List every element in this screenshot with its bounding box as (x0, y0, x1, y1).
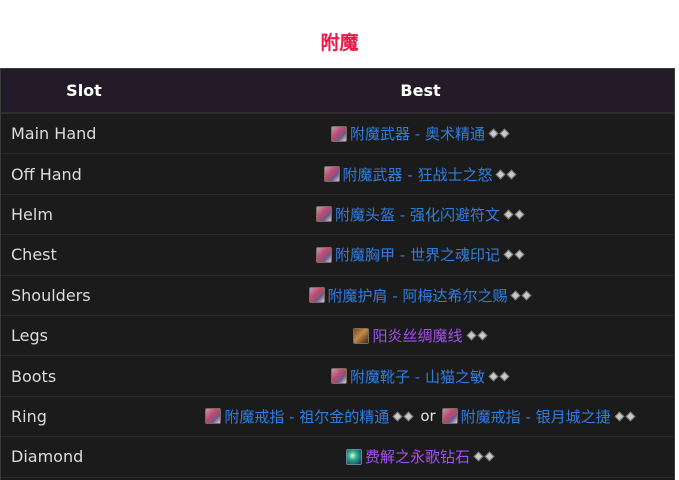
slot-label: Helm (11, 204, 53, 224)
best-cell: 附魔武器 - 狂战士之怒 (167, 164, 674, 185)
slot-label: Diamond (11, 447, 84, 467)
item-link[interactable]: 附魔戒指 - 祖尔金的精通 (205, 406, 414, 427)
diamond-icon (507, 169, 517, 180)
enchant-scroll-icon (323, 166, 340, 183)
slot-label: Legs (11, 326, 48, 346)
diamond-icon (496, 169, 506, 180)
table-row: Chest 附魔胸甲 - 世界之魂印记 (1, 235, 674, 276)
item-name[interactable]: 费解之永歌钻石 (365, 446, 470, 467)
socket-diamonds-icon (488, 371, 510, 381)
table-row: Main Hand 附魔武器 - 奥术精通 (1, 114, 674, 155)
best-cell: 附魔武器 - 奥术精通 (167, 123, 674, 144)
item-link[interactable]: 附魔头盔 - 强化闪避符文 (316, 204, 525, 225)
diamond-icon (392, 411, 403, 422)
item-name[interactable]: 附魔武器 - 奥术精通 (350, 123, 485, 144)
best-cell: 附魔护肩 - 阿梅达希尔之赐 (167, 285, 674, 306)
diamond-icon (477, 330, 487, 341)
slot-label: Main Hand (11, 124, 97, 144)
item-name[interactable]: 附魔武器 - 狂战士之怒 (343, 164, 493, 185)
best-cell: 附魔胸甲 - 世界之魂印记 (167, 244, 674, 265)
enchant-scroll-icon (331, 125, 348, 142)
item-link[interactable]: 附魔靴子 - 山猫之敏 (331, 366, 510, 387)
table-row: Ring 附魔戒指 - 祖尔金的精通 or 附魔戒指 - 银月城之捷 (1, 397, 674, 438)
item-name[interactable]: 附魔戒指 - 祖尔金的精通 (224, 406, 389, 427)
enchant-scroll-icon (316, 246, 333, 263)
enchant-scroll-icon (331, 368, 348, 385)
diamond-icon (466, 330, 476, 341)
socket-diamonds-icon (473, 451, 495, 462)
table-row: Boots 附魔靴子 - 山猫之敏 (1, 356, 674, 397)
diamond-icon (522, 290, 532, 301)
table-row: Shoulders 附魔护肩 - 阿梅达希尔之赐 (1, 276, 674, 316)
enchant-table: Slot Best Main Hand 附魔武器 - 奥术精通 Off Hand 附魔… (0, 68, 675, 480)
best-cell: 附魔头盔 - 强化闪避符文 (167, 204, 674, 225)
item-link[interactable]: 附魔武器 - 狂战士之怒 (323, 164, 518, 185)
item-name[interactable]: 附魔靴子 - 山猫之敏 (350, 366, 485, 387)
spellthread-icon (353, 327, 370, 344)
diamond-icon (514, 249, 525, 260)
slot-label: Off Hand (11, 164, 82, 184)
enchant-scroll-icon (205, 408, 222, 425)
diamond-icon (484, 451, 495, 462)
slot-label: Boots (11, 366, 57, 386)
diamond-icon (503, 249, 514, 260)
socket-diamonds-icon (466, 330, 488, 341)
item-name[interactable]: 附魔戒指 - 银月城之捷 (461, 406, 611, 427)
diamond-icon (488, 371, 499, 381)
table-row: Diamond 费解之永歌钻石 (1, 437, 674, 478)
item-name[interactable]: 附魔胸甲 - 世界之魂印记 (335, 244, 500, 265)
enchant-scroll-icon (316, 206, 333, 223)
socket-diamonds-icon (503, 249, 525, 260)
item-link[interactable]: 附魔胸甲 - 世界之魂印记 (316, 244, 525, 265)
diamond-icon (614, 411, 625, 422)
item-link[interactable]: 附魔武器 - 奥术精通 (331, 123, 510, 144)
diamond-icon (499, 128, 510, 139)
item-name[interactable]: 附魔护肩 - 阿梅达希尔之赐 (328, 285, 508, 306)
socket-diamonds-icon (392, 411, 414, 422)
diamond-icon (403, 411, 414, 422)
socket-diamonds-icon (510, 290, 532, 301)
diamond-icon (473, 451, 484, 462)
socket-diamonds-icon (495, 169, 517, 180)
socket-diamonds-icon (614, 411, 636, 422)
gem-icon (345, 448, 362, 465)
header-best: Best (400, 81, 441, 100)
enchant-scroll-icon (308, 287, 325, 304)
diamond-icon (499, 371, 510, 381)
item-name[interactable]: 附魔头盔 - 强化闪避符文 (335, 204, 500, 225)
diamond-icon (511, 290, 521, 301)
item-link[interactable]: 阳炎丝绸魔线 (353, 325, 487, 346)
item-link[interactable]: 附魔护肩 - 阿梅达希尔之赐 (308, 285, 533, 306)
diamond-icon (503, 209, 514, 220)
table-row: Off Hand 附魔武器 - 狂战士之怒 (1, 154, 674, 195)
socket-diamonds-icon (488, 128, 510, 139)
or-separator: or (420, 407, 436, 426)
socket-diamonds-icon (503, 209, 525, 220)
best-cell: 附魔戒指 - 祖尔金的精通 or 附魔戒指 - 银月城之捷 (167, 406, 674, 427)
enchant-scroll-icon (441, 408, 458, 425)
best-cell: 阳炎丝绸魔线 (167, 325, 674, 346)
best-cell: 费解之永歌钻石 (167, 446, 674, 467)
table-body: Main Hand 附魔武器 - 奥术精通 Off Hand 附魔武器 - 狂战士之怒… (1, 114, 674, 478)
diamond-icon (514, 209, 525, 220)
slot-label: Chest (11, 245, 57, 265)
header-slot: Slot (66, 81, 102, 100)
table-row: Helm 附魔头盔 - 强化闪避符文 (1, 195, 674, 236)
item-name[interactable]: 阳炎丝绸魔线 (372, 325, 462, 346)
diamond-icon (625, 411, 636, 422)
table-header: Slot Best (1, 69, 674, 114)
item-link[interactable]: 附魔戒指 - 银月城之捷 (441, 406, 636, 427)
slot-label: Ring (11, 406, 47, 426)
item-link[interactable]: 费解之永歌钻石 (345, 446, 495, 467)
slot-label: Shoulders (11, 285, 91, 305)
diamond-icon (488, 128, 499, 139)
table-row: Legs 阳炎丝绸魔线 (1, 316, 674, 357)
best-cell: 附魔靴子 - 山猫之敏 (167, 366, 674, 387)
page-title: 附魔 (320, 32, 359, 54)
